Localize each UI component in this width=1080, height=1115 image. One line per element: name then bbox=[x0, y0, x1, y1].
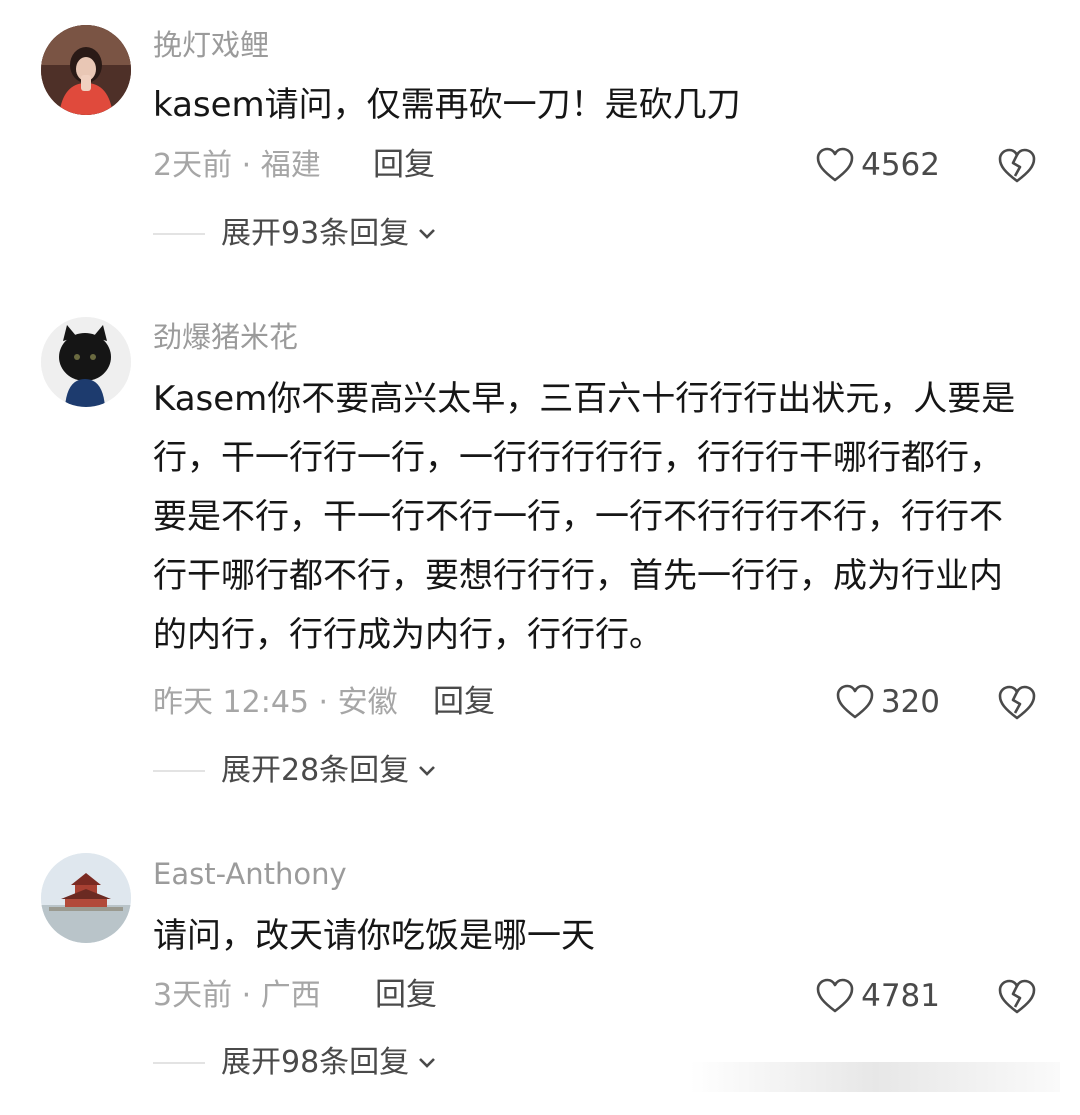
expand-replies-button[interactable]: 展开98条回复 bbox=[153, 1048, 437, 1078]
reply-button[interactable]: 回复 bbox=[373, 150, 435, 181]
user-avatar[interactable] bbox=[41, 317, 131, 407]
heart-outline-icon bbox=[816, 978, 854, 1013]
comment-username[interactable]: 挽灯戏鲤 bbox=[153, 31, 269, 60]
user-avatar[interactable] bbox=[41, 25, 131, 115]
like-button[interactable]: 4562 bbox=[815, 146, 940, 184]
like-count: 320 bbox=[880, 683, 940, 720]
heart-outline-icon bbox=[836, 684, 874, 719]
watermark bbox=[690, 1062, 1060, 1092]
comment-meta: 2天前 · 福建 bbox=[153, 148, 321, 183]
comment-meta: 3天前 · 广西 bbox=[153, 978, 321, 1013]
chevron-down-icon bbox=[419, 1058, 436, 1068]
chevron-down-icon bbox=[419, 766, 436, 776]
comment-username[interactable]: East-Anthony bbox=[153, 860, 347, 889]
divider-line bbox=[153, 1062, 205, 1064]
expand-replies-label: 展开28条回复 bbox=[221, 753, 410, 788]
expand-replies-button[interactable]: 展开28条回复 bbox=[153, 756, 437, 786]
like-count: 4781 bbox=[861, 977, 940, 1014]
comment-username[interactable]: 劲爆猪米花 bbox=[153, 323, 298, 352]
heart-outline-icon bbox=[816, 147, 854, 182]
divider-line bbox=[153, 770, 205, 772]
comment-meta: 昨天 12:45 · 安徽 bbox=[153, 685, 398, 720]
reply-button[interactable]: 回复 bbox=[375, 980, 437, 1011]
expand-replies-label: 展开93条回复 bbox=[221, 216, 410, 251]
chevron-down-icon bbox=[419, 229, 436, 239]
comment-text: kasem请问，仅需再砍一刀！是砍几刀 bbox=[153, 85, 741, 125]
avatar-cat-icon bbox=[41, 317, 131, 407]
broken-heart-icon[interactable] bbox=[997, 684, 1037, 722]
comment-text: 请问，改天请你吃饭是哪一天 bbox=[153, 916, 595, 956]
expand-replies-button[interactable]: 展开93条回复 bbox=[153, 219, 437, 249]
user-avatar[interactable] bbox=[41, 853, 131, 943]
broken-heart-icon[interactable] bbox=[997, 978, 1037, 1016]
avatar-photo-icon bbox=[41, 25, 131, 115]
like-count: 4562 bbox=[861, 146, 940, 183]
broken-heart-icon[interactable] bbox=[997, 147, 1037, 185]
comment-text: Kasem你不要高兴太早，三百六十行行行出状元，人要是行，干一行行一行，一行行行… bbox=[153, 379, 1016, 655]
reply-button[interactable]: 回复 bbox=[433, 687, 495, 718]
avatar-pavilion-icon bbox=[41, 853, 131, 943]
divider-line bbox=[153, 233, 205, 235]
expand-replies-label: 展开98条回复 bbox=[221, 1045, 410, 1080]
like-button[interactable]: 4781 bbox=[815, 977, 940, 1015]
like-button[interactable]: 320 bbox=[835, 683, 940, 721]
